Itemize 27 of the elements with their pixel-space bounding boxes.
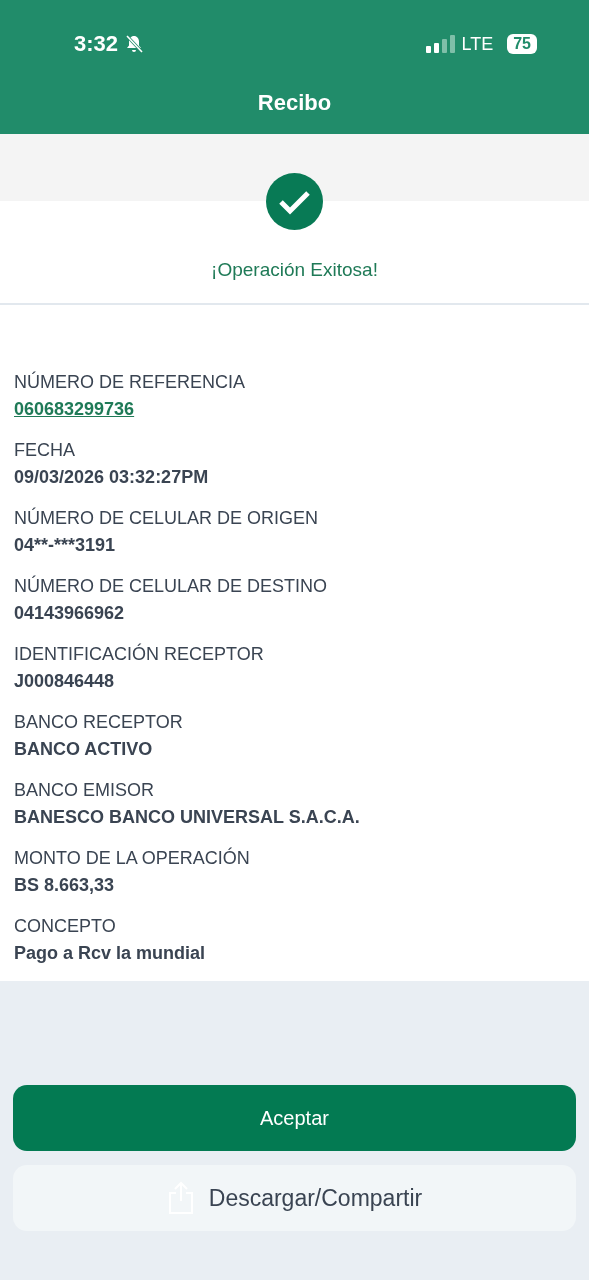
field-label: NÚMERO DE REFERENCIA	[14, 370, 247, 393]
field-label: BANCO RECEPTOR	[14, 711, 184, 733]
field-value: 04**-***3191	[14, 533, 116, 557]
network-label: LTE	[461, 33, 494, 55]
share-button[interactable]: Descargar/Compartir	[13, 1165, 576, 1231]
field-label: NÚMERO DE CELULAR DE ORIGEN	[14, 506, 320, 529]
field-label: MONTO DE LA OPERACIÓN	[14, 846, 251, 869]
field-value: BANCO ACTIVO	[14, 737, 153, 761]
reference-link[interactable]: 060683299736	[14, 393, 135, 425]
field-label: FECHA	[14, 439, 76, 461]
field-value: 04143966962	[14, 601, 125, 625]
field-value: J000846448	[14, 669, 115, 693]
status-time: 3:32	[74, 31, 119, 57]
field-label: NÚMERO DE CELULAR DE DESTINO	[14, 574, 329, 597]
screen-title: Recibo	[256, 90, 333, 116]
success-message: ¡Operación Exitosa!	[211, 259, 378, 281]
field-label: IDENTIFICACIÓN RECEPTOR	[14, 642, 265, 665]
field-value: BS 8.663,33	[14, 873, 115, 897]
signal-icon	[425, 35, 456, 53]
battery-level: 75	[507, 34, 537, 54]
field-value: Pago a Rcv la mundial	[14, 941, 206, 965]
field-label: CONCEPTO	[14, 915, 117, 937]
accept-button[interactable]: Aceptar	[13, 1085, 576, 1151]
bell-muted-icon	[124, 34, 145, 54]
field-label: BANCO EMISOR	[14, 779, 156, 801]
field-value: BANESCO BANCO UNIVERSAL S.A.C.A.	[14, 805, 360, 829]
field-value: 09/03/2026 03:32:27PM	[14, 465, 209, 489]
